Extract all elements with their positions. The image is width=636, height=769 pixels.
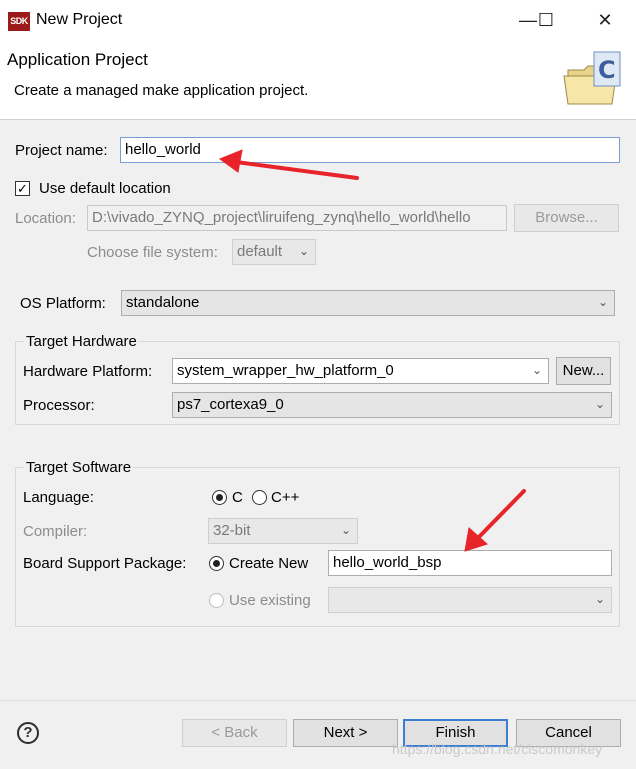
chevron-down-icon: ⌄ bbox=[298, 244, 309, 258]
chevron-down-icon: ⌄ bbox=[531, 363, 542, 377]
maximize-button[interactable]: ☐ bbox=[528, 6, 564, 34]
processor-select[interactable]: ps7_cortexa9_0 ⌄ bbox=[172, 392, 612, 418]
browse-button[interactable]: Browse... bbox=[514, 204, 619, 232]
processor-label: Processor: bbox=[23, 397, 95, 414]
page-title: Application Project bbox=[7, 50, 148, 69]
new-hardware-platform-button[interactable]: New... bbox=[556, 357, 611, 385]
bsp-name-input[interactable]: hello_world_bsp bbox=[328, 550, 612, 576]
compiler-value: 32-bit bbox=[213, 522, 251, 539]
close-button[interactable]: ✕ bbox=[587, 6, 623, 34]
location-input[interactable]: D:\vivado_ZYNQ_project\liruifeng_zynq\he… bbox=[87, 205, 507, 231]
processor-value: ps7_cortexa9_0 bbox=[177, 396, 284, 413]
compiler-select[interactable]: 32-bit ⌄ bbox=[208, 518, 358, 544]
use-default-location-checkbox[interactable]: ✓ bbox=[15, 181, 30, 196]
wizard-header: Application Project Create a managed mak… bbox=[0, 38, 636, 120]
title-bar: SDK New Project — ☐ ✕ bbox=[0, 0, 636, 38]
back-button[interactable]: < Back bbox=[182, 719, 287, 747]
target-hardware-title: Target Hardware bbox=[24, 333, 139, 350]
os-platform-label: OS Platform: bbox=[20, 295, 106, 312]
hardware-platform-label: Hardware Platform: bbox=[23, 363, 153, 380]
hardware-platform-select[interactable]: system_wrapper_hw_platform_0 ⌄ bbox=[172, 358, 549, 384]
create-new-bsp-radio[interactable] bbox=[209, 556, 224, 571]
chevron-down-icon: ⌄ bbox=[594, 592, 605, 606]
hardware-platform-value: system_wrapper_hw_platform_0 bbox=[177, 362, 394, 379]
use-existing-bsp-label: Use existing bbox=[229, 592, 311, 609]
watermark-text: https://blog.csdn.net/ciscomonkey bbox=[392, 741, 603, 757]
sdk-app-icon: SDK bbox=[8, 12, 30, 31]
chevron-down-icon: ⌄ bbox=[597, 295, 608, 309]
language-cpp-label: C++ bbox=[271, 489, 300, 506]
bsp-label: Board Support Package: bbox=[23, 555, 187, 572]
location-label: Location: bbox=[15, 210, 76, 227]
help-icon[interactable]: ? bbox=[17, 722, 39, 744]
page-description: Create a managed make application projec… bbox=[14, 82, 309, 99]
file-system-label: Choose file system: bbox=[87, 244, 218, 261]
project-name-input[interactable]: hello_world bbox=[120, 137, 620, 163]
os-platform-value: standalone bbox=[126, 294, 200, 311]
use-existing-bsp-radio[interactable] bbox=[209, 593, 224, 608]
compiler-label: Compiler: bbox=[23, 523, 88, 540]
language-c-radio[interactable] bbox=[212, 490, 227, 505]
file-system-select[interactable]: default ⌄ bbox=[232, 239, 316, 265]
window-title: New Project bbox=[36, 11, 123, 28]
create-new-bsp-label: Create New bbox=[229, 555, 309, 572]
project-name-label: Project name: bbox=[15, 142, 108, 159]
existing-bsp-select[interactable]: ⌄ bbox=[328, 587, 612, 613]
os-platform-select[interactable]: standalone ⌄ bbox=[121, 290, 615, 316]
use-default-location-label: Use default location bbox=[39, 180, 171, 197]
language-c-label: C bbox=[232, 489, 243, 506]
next-button[interactable]: Next > bbox=[293, 719, 398, 747]
chevron-down-icon: ⌄ bbox=[340, 523, 351, 537]
language-label: Language: bbox=[23, 489, 94, 506]
chevron-down-icon: ⌄ bbox=[594, 397, 605, 411]
target-software-title: Target Software bbox=[24, 459, 134, 476]
file-system-value: default bbox=[237, 243, 283, 260]
c-project-folder-icon: C bbox=[563, 51, 621, 105]
svg-text:C: C bbox=[598, 56, 616, 84]
language-cpp-radio[interactable] bbox=[252, 490, 267, 505]
